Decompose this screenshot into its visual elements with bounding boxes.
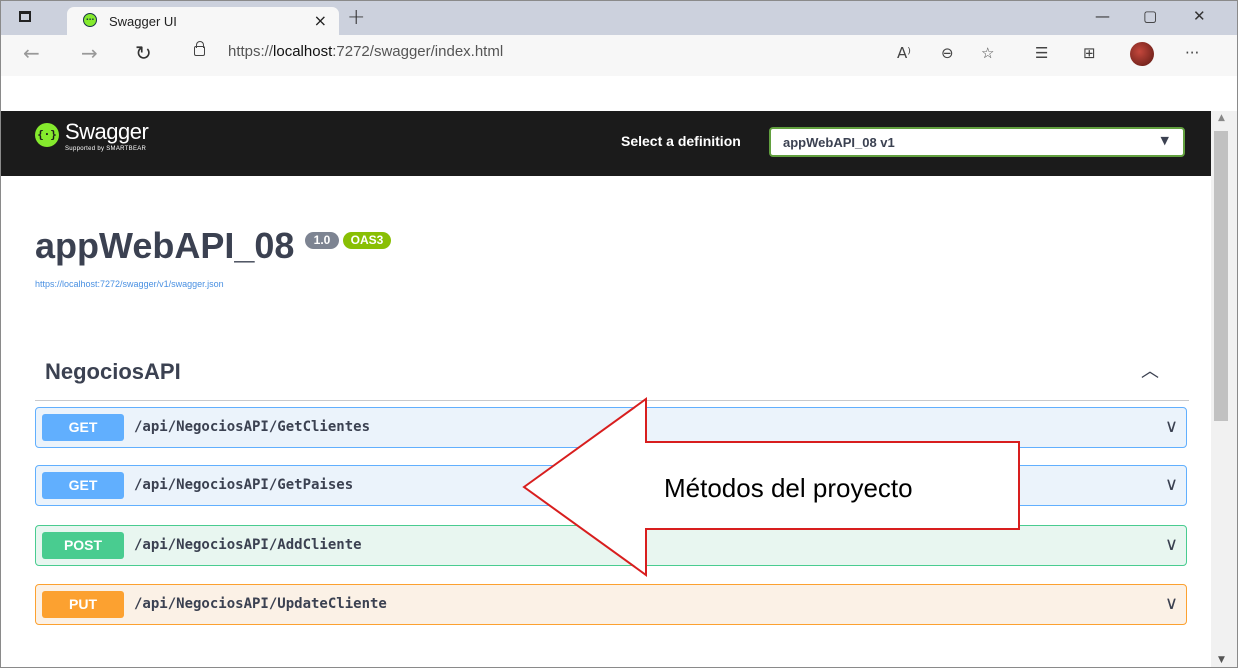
url-host: localhost bbox=[273, 43, 333, 60]
version-badge: 1.0 bbox=[305, 232, 339, 249]
swagger-logo-text[interactable]: Swagger bbox=[65, 119, 149, 145]
tag-divider bbox=[35, 400, 1189, 401]
profile-avatar[interactable] bbox=[1130, 42, 1154, 66]
address-bar[interactable]: https://localhost:7272/swagger/index.htm… bbox=[176, 37, 1018, 67]
tab-close-icon[interactable]: × bbox=[314, 11, 327, 30]
collapse-tag-icon[interactable]: ︿ bbox=[1141, 357, 1159, 383]
spec-url-link[interactable]: https://localhost:7272/swagger/v1/swagge… bbox=[35, 279, 224, 289]
api-title: appWebAPI_08 bbox=[35, 225, 295, 266]
add-favorite-icon[interactable]: ☆ bbox=[981, 44, 994, 62]
url-text[interactable]: https://localhost:7272/swagger/index.htm… bbox=[228, 43, 503, 60]
address-toolbar: ← → ↻ https://localhost:7272/swagger/ind… bbox=[1, 35, 1237, 76]
method-badge: PUT bbox=[42, 591, 124, 618]
restore-icon[interactable]: ▢ bbox=[1143, 7, 1157, 25]
tab-actions-icon[interactable] bbox=[19, 11, 31, 22]
annotation-arrow bbox=[522, 397, 1020, 577]
expand-chevron-icon[interactable]: ∨ bbox=[1165, 416, 1178, 437]
chevron-down-icon: ▼ bbox=[1160, 134, 1169, 147]
operation-path: /api/NegociosAPI/GetClientes bbox=[134, 419, 371, 435]
operation-path: /api/NegociosAPI/UpdateCliente bbox=[134, 596, 387, 612]
lock-icon[interactable] bbox=[194, 41, 205, 56]
expand-chevron-icon[interactable]: ∨ bbox=[1165, 593, 1178, 614]
refresh-icon[interactable]: ↻ bbox=[135, 41, 152, 65]
swagger-logo-icon[interactable]: {·} bbox=[35, 123, 59, 147]
url-path: :7272/swagger/index.html bbox=[332, 43, 504, 60]
tab-bar: ⋯ Swagger UI × + — ▢ ✕ bbox=[1, 1, 1237, 35]
browser-window: ⋯ Swagger UI × + — ▢ ✕ ← → ↻ https://loc… bbox=[0, 0, 1238, 668]
scroll-up-icon[interactable]: ▲ bbox=[1218, 113, 1225, 123]
expand-chevron-icon[interactable]: ∨ bbox=[1165, 534, 1178, 555]
tab-title: Swagger UI bbox=[109, 14, 177, 29]
collections-icon[interactable]: ⊞ bbox=[1083, 44, 1096, 62]
operation-put-update-cliente[interactable]: PUT /api/NegociosAPI/UpdateCliente ∨ bbox=[35, 584, 1187, 625]
swagger-logo-subtitle: Supported by SMARTBEAR bbox=[65, 146, 147, 152]
operation-path: /api/NegociosAPI/GetPaises bbox=[134, 477, 354, 493]
operation-get-clientes[interactable]: GET /api/NegociosAPI/GetClientes ∨ bbox=[35, 407, 1187, 448]
method-badge: GET bbox=[42, 472, 124, 499]
operation-path: /api/NegociosAPI/AddCliente bbox=[134, 537, 362, 553]
zoom-icon[interactable]: ⊖ bbox=[941, 44, 954, 62]
operation-post-add-cliente[interactable]: POST /api/NegociosAPI/AddCliente ∨ bbox=[35, 525, 1187, 566]
read-aloud-icon[interactable]: A⁾ bbox=[897, 44, 911, 62]
scroll-down-icon[interactable]: ▼ bbox=[1218, 655, 1225, 665]
oas-badge: OAS3 bbox=[343, 232, 391, 249]
back-icon[interactable]: ← bbox=[23, 41, 40, 65]
new-tab-icon[interactable]: + bbox=[347, 5, 365, 30]
tag-title[interactable]: NegociosAPI bbox=[45, 359, 181, 385]
selected-definition: appWebAPI_08 v1 bbox=[783, 135, 895, 150]
url-scheme: https:// bbox=[228, 43, 274, 60]
definition-select[interactable]: appWebAPI_08 v1 ▼ bbox=[769, 127, 1185, 157]
forward-icon[interactable]: → bbox=[81, 41, 98, 65]
annotation-label: Métodos del proyecto bbox=[664, 473, 913, 503]
method-badge: POST bbox=[42, 532, 124, 559]
swagger-favicon-icon: ⋯ bbox=[83, 13, 97, 27]
more-icon[interactable]: ··· bbox=[1185, 44, 1199, 62]
operation-get-paises[interactable]: GET /api/NegociosAPI/GetPaises ∨ bbox=[35, 465, 1187, 506]
swagger-topbar: {·} Swagger Supported by SMARTBEAR Selec… bbox=[1, 111, 1211, 176]
method-badge: GET bbox=[42, 414, 124, 441]
select-definition-label: Select a definition bbox=[621, 133, 741, 149]
minimize-icon[interactable]: — bbox=[1095, 7, 1110, 25]
page-scrollbar[interactable]: ▲ ▼ bbox=[1211, 111, 1237, 667]
browser-tab[interactable]: ⋯ Swagger UI × bbox=[67, 7, 339, 35]
expand-chevron-icon[interactable]: ∨ bbox=[1165, 474, 1178, 495]
scroll-thumb[interactable] bbox=[1214, 131, 1228, 421]
favorites-icon[interactable]: ☰ bbox=[1035, 44, 1048, 62]
window-close-icon[interactable]: ✕ bbox=[1193, 7, 1206, 25]
